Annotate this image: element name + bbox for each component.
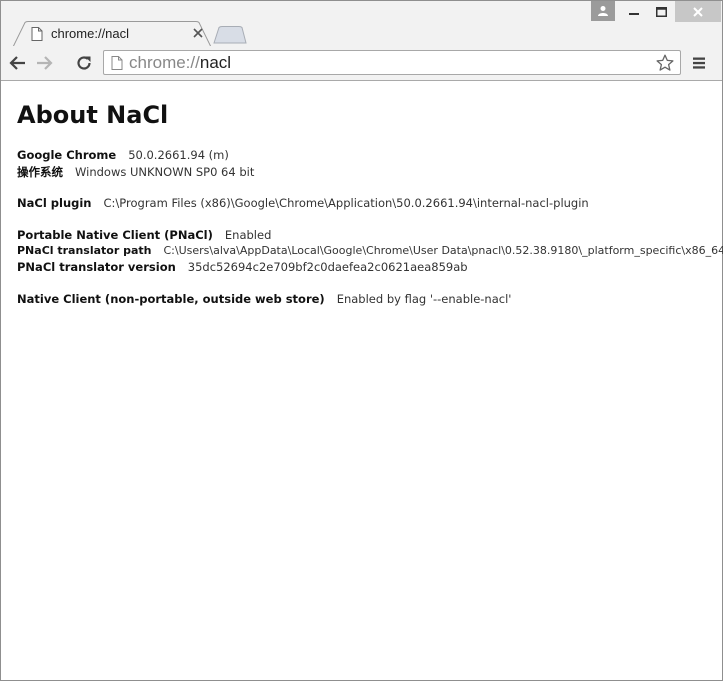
back-arrow-icon [9,56,25,70]
info-row-native-client: Native Client (non-portable, outside web… [17,292,511,306]
info-row-pnacl: Portable Native Client (PNaCl) Enabled [17,228,271,242]
star-icon[interactable] [656,54,674,72]
url-text: chrome://nacl [129,53,231,73]
row-label: 操作系统 [17,165,63,179]
url-host: nacl [199,53,232,72]
new-tab-button[interactable] [213,26,247,44]
toolbar: chrome://nacl [1,46,722,81]
row-value: Enabled by flag '--enable-nacl' [336,292,512,306]
row-value: Enabled [224,228,272,242]
row-value: Windows UNKNOWN SP0 64 bit [75,165,255,179]
reload-button[interactable] [73,52,95,74]
row-label: NaCl plugin [17,196,92,210]
info-row-pnacl-translator-path: PNaCl translator path C:\Users\alva\AppDa… [17,244,723,257]
info-row-os: 操作系统 Windows UNKNOWN SP0 64 bit [17,164,254,180]
row-label: Portable Native Client (PNaCl) [17,228,213,242]
url-scheme: chrome:// [129,53,200,72]
close-icon [693,6,703,17]
info-row-pnacl-translator-version: PNaCl translator version 35dc52694c2e709b… [17,260,468,274]
active-tab[interactable]: chrome://nacl [13,21,211,47]
row-label: PNaCl translator path [17,244,152,257]
info-row-chrome-version: Google Chrome 50.0.2661.94 (m) [17,148,229,162]
forward-arrow-icon [37,56,53,70]
browser-window: chrome://nacl chrome://nacl About NaCl G… [0,0,723,681]
close-icon[interactable] [192,27,204,39]
row-label: Native Client (non-portable, outside web… [17,292,325,306]
address-bar[interactable]: chrome://nacl [103,50,681,75]
page-title: About NaCl [17,101,169,129]
tab-title: chrome://nacl [51,26,130,41]
maximize-icon [655,6,667,17]
row-value: 50.0.2661.94 (m) [128,148,229,162]
close-window-button[interactable] [675,1,721,22]
title-bar: chrome://nacl [1,1,722,47]
page-icon [31,27,43,41]
minimize-button[interactable] [621,1,647,22]
row-label: PNaCl translator version [17,260,176,274]
person-icon [598,6,608,16]
page-icon [111,56,123,70]
row-value: C:\Program Files (x86)\Google\Chrome\App… [103,196,589,210]
back-button[interactable] [6,52,28,74]
menu-button[interactable] [688,52,710,74]
row-value: C:\Users\alva\AppData\Local\Google\Chrom… [163,244,723,257]
profile-button[interactable] [591,1,615,21]
maximize-button[interactable] [648,1,674,22]
forward-button[interactable] [34,52,56,74]
minimize-icon [629,12,639,15]
reload-icon [77,56,91,70]
hamburger-menu-icon [693,57,705,69]
row-label: Google Chrome [17,148,117,162]
page-content: About NaCl Google Chrome 50.0.2661.94 (m)… [1,81,723,680]
row-value: 35dc52694c2e709bf2c0daefea2c0621aea859ab [187,260,468,274]
info-row-nacl-plugin: NaCl plugin C:\Program Files (x86)\Google… [17,196,589,210]
